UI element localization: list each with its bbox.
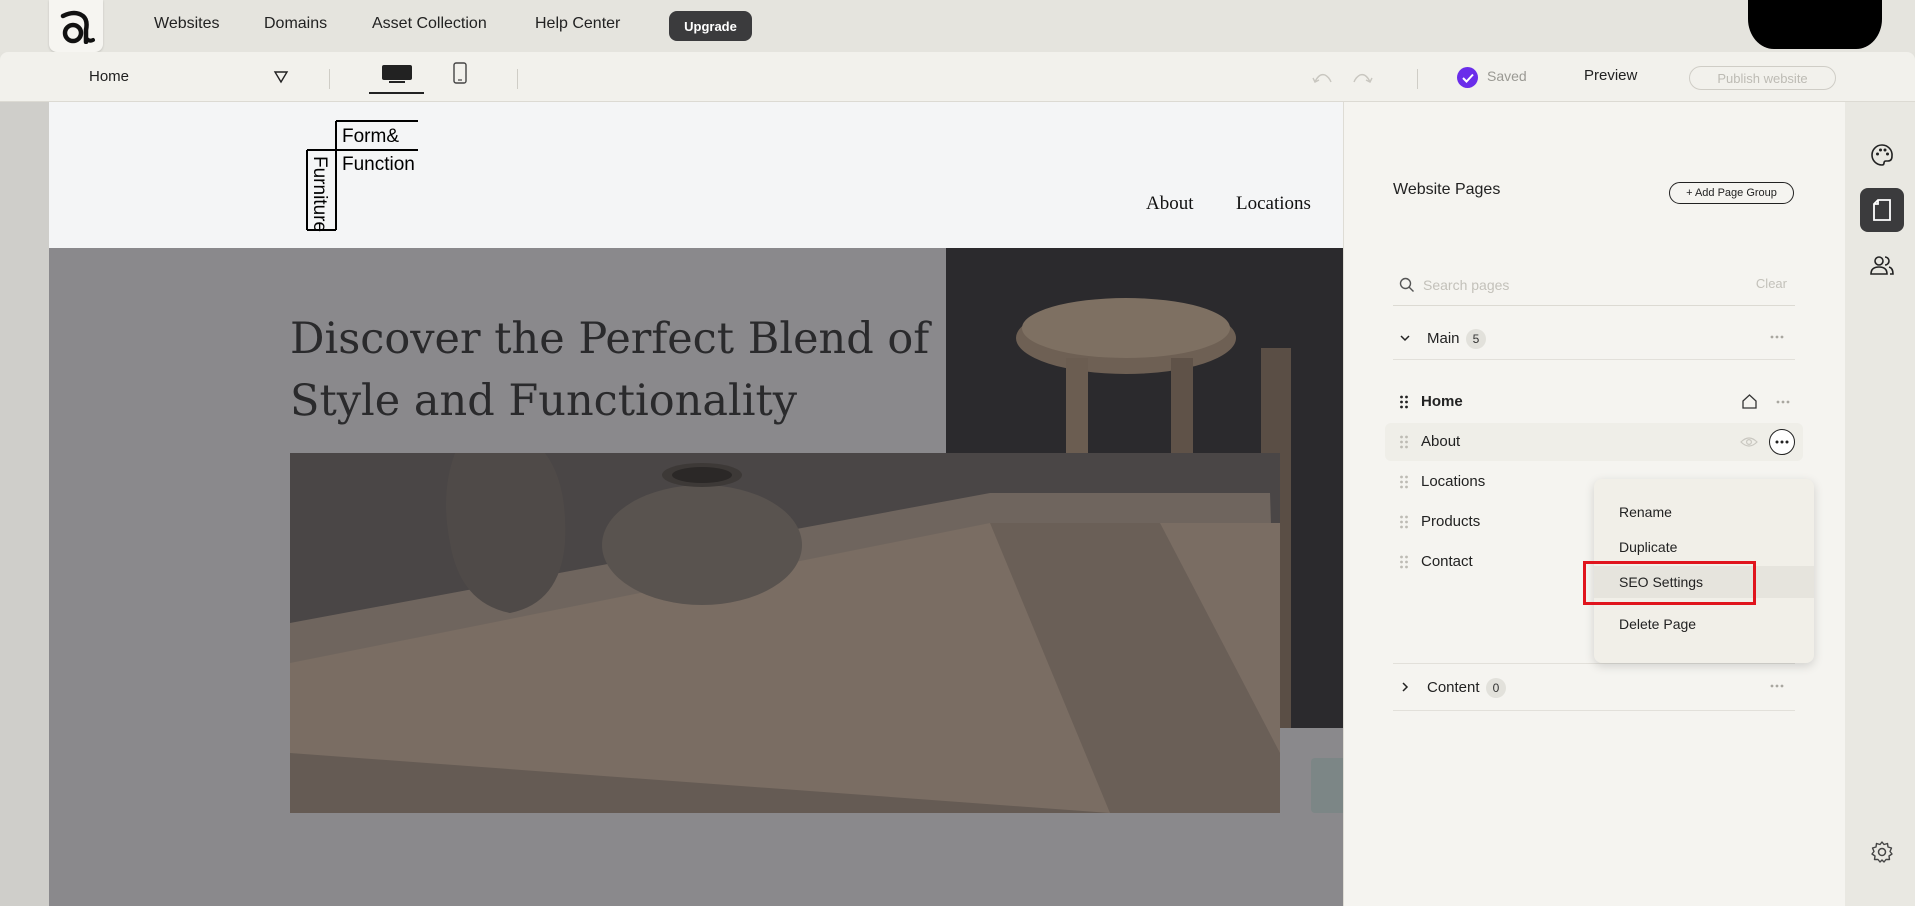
page-selector[interactable]: Home (89, 68, 129, 85)
page-group-main[interactable]: Main 5 (1393, 320, 1795, 360)
hero-section[interactable]: Discover the Perfect Blend of Style and … (49, 248, 1344, 906)
more-options-icon[interactable] (1769, 681, 1785, 691)
canvas-gutter (0, 102, 49, 906)
nav-help-center[interactable]: Help Center (535, 15, 620, 33)
preview-button[interactable]: Preview (1584, 67, 1637, 84)
avatar[interactable] (1748, 0, 1882, 49)
page-label: Products (1421, 513, 1481, 530)
publish-website-button[interactable]: Publish website (1689, 66, 1836, 90)
drag-handle-icon[interactable] (1399, 475, 1409, 489)
top-navigation: Websites Domains Asset Collection Help C… (0, 0, 1915, 52)
nav-websites[interactable]: Websites (154, 15, 220, 33)
chevron-right-icon[interactable] (1399, 681, 1411, 693)
panel-title: Website Pages (1393, 181, 1501, 198)
home-icon (1742, 394, 1757, 409)
gear-icon (1871, 841, 1893, 863)
more-options-icon[interactable] (1775, 397, 1791, 407)
chevron-down-icon[interactable] (273, 70, 289, 84)
members-button[interactable] (1860, 243, 1904, 287)
site-header[interactable] (49, 102, 1344, 248)
page-row-home[interactable]: Home (1385, 383, 1803, 421)
site-logo-line-3: Furniture (309, 156, 330, 232)
mobile-icon (453, 62, 467, 84)
menu-item-duplicate[interactable]: Duplicate (1594, 531, 1814, 563)
toolbar-divider (329, 69, 330, 89)
group-label: Main (1427, 330, 1460, 347)
site-nav-locations[interactable]: Locations (1236, 193, 1311, 215)
hero-cta-button[interactable] (1311, 758, 1344, 813)
group-label: Content (1427, 679, 1480, 696)
app-logo[interactable] (49, 0, 103, 52)
page-row-about[interactable]: About (1385, 423, 1803, 461)
page-options-button[interactable] (1769, 429, 1795, 455)
ampersand-a-logo-icon (60, 10, 95, 44)
search-icon (1399, 277, 1414, 292)
search-input[interactable] (1423, 274, 1723, 296)
count-badge: 0 (1486, 678, 1506, 698)
drag-handle-icon[interactable] (1399, 395, 1409, 409)
count-badge: 5 (1466, 329, 1486, 349)
site-logo-line-2: Function (342, 154, 415, 175)
page-label: Contact (1421, 553, 1473, 570)
redo-icon[interactable] (1348, 71, 1374, 85)
drag-handle-icon[interactable] (1399, 435, 1409, 449)
site-logo-line-1: Form& (342, 126, 399, 147)
drag-handle-icon[interactable] (1399, 515, 1409, 529)
hero-cta-panel (1280, 728, 1344, 906)
page-label: Locations (1421, 473, 1486, 490)
add-page-group-button[interactable]: + Add Page Group (1669, 182, 1794, 204)
nav-asset-collection[interactable]: Asset Collection (372, 15, 487, 33)
hero-image[interactable] (290, 453, 1280, 813)
undo-icon[interactable] (1311, 71, 1337, 85)
toolbar-divider (517, 69, 518, 89)
menu-item-delete-page[interactable]: Delete Page (1594, 608, 1814, 640)
saved-status: Saved (1487, 68, 1527, 84)
eye-icon[interactable] (1740, 435, 1758, 449)
menu-item-seo-settings[interactable]: SEO Settings (1594, 566, 1814, 598)
clear-search-button[interactable]: Clear (1756, 276, 1787, 291)
nav-domains[interactable]: Domains (264, 15, 327, 33)
check-icon (1457, 67, 1478, 88)
more-options-icon (1775, 440, 1789, 444)
toolbar-divider (1417, 69, 1418, 89)
hero-title[interactable]: Discover the Perfect Blend of Style and … (290, 308, 930, 432)
page-label: About (1421, 433, 1461, 450)
page-context-menu: Rename Duplicate SEO Settings Delete Pag… (1594, 479, 1814, 663)
page-label: Home (1421, 393, 1463, 410)
settings-button[interactable] (1860, 830, 1904, 874)
menu-item-rename[interactable]: Rename (1594, 496, 1814, 528)
palette-icon (1871, 144, 1893, 166)
page-icon (1873, 199, 1891, 221)
editor-toolbar: Home Saved Preview Publish website (0, 52, 1915, 102)
more-options-icon[interactable] (1769, 332, 1785, 342)
users-icon (1870, 256, 1894, 275)
pages-button[interactable] (1860, 188, 1904, 232)
page-group-content[interactable]: Content 0 (1393, 663, 1795, 711)
desktop-icon (381, 65, 412, 83)
upgrade-button[interactable]: Upgrade (669, 11, 752, 41)
design-button[interactable] (1860, 133, 1904, 177)
mobile-view-button[interactable] (450, 62, 470, 90)
desktop-view-button[interactable] (369, 60, 424, 94)
chevron-down-icon[interactable] (1399, 332, 1411, 344)
drag-handle-icon[interactable] (1399, 555, 1409, 569)
site-nav-about[interactable]: About (1146, 193, 1194, 215)
site-logo[interactable]: Form& Function Furniture (306, 120, 420, 232)
page-search: Clear (1393, 270, 1795, 306)
